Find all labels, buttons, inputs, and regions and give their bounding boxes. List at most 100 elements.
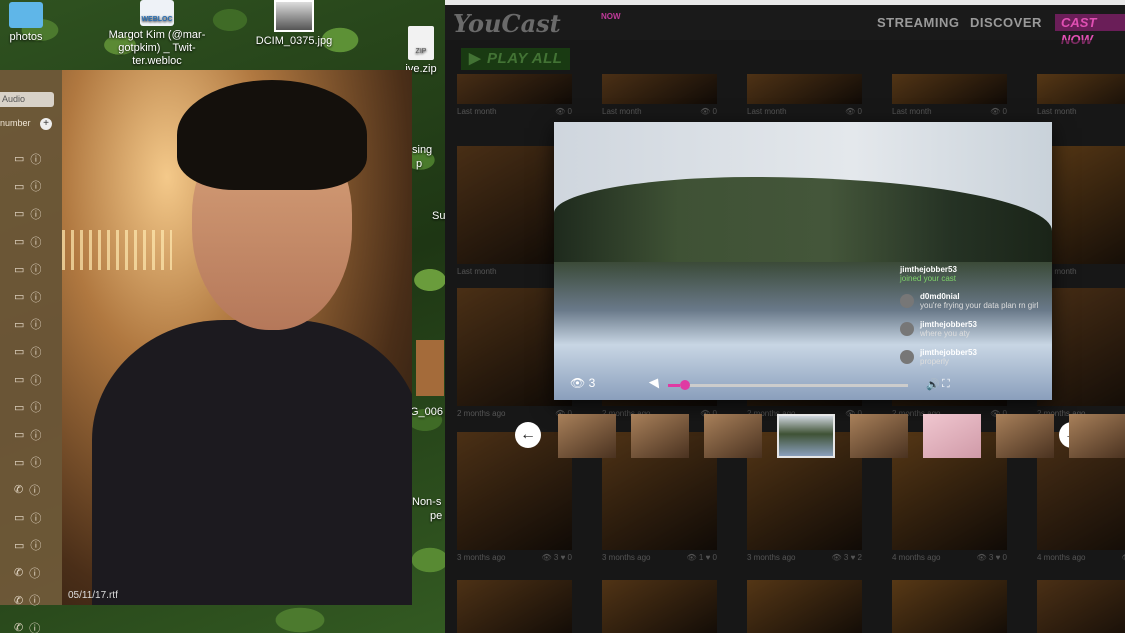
info-icon[interactable]: ⓘ bbox=[30, 372, 41, 388]
call-list-item[interactable]: ▭ ⓘ bbox=[14, 449, 41, 477]
video-icon: ▭ bbox=[14, 456, 25, 469]
carousel-thumbnail[interactable] bbox=[1069, 414, 1125, 458]
volume-icon[interactable]: 🔊 bbox=[926, 378, 940, 391]
chat-text: where you aty bbox=[920, 329, 970, 338]
info-icon[interactable]: ⓘ bbox=[30, 537, 41, 553]
call-list-item[interactable]: ▭ ⓘ bbox=[14, 228, 41, 256]
video-icon: ▭ bbox=[14, 153, 25, 166]
video-icon: ▭ bbox=[14, 318, 25, 331]
info-icon[interactable]: ⓘ bbox=[30, 151, 41, 167]
zip-file-icon: ZIP bbox=[408, 26, 434, 60]
chat-message: jimthejobber53 joined your cast bbox=[900, 265, 1040, 283]
progress-fill bbox=[668, 384, 680, 387]
phone-icon: ✆ bbox=[14, 594, 24, 607]
progress-knob[interactable] bbox=[680, 380, 690, 390]
video-icon: ▭ bbox=[14, 263, 25, 276]
call-list-item[interactable]: ▭ ⓘ bbox=[14, 504, 41, 532]
webcam-file-label: 05/11/17.rtf bbox=[68, 590, 118, 601]
info-icon[interactable]: ⓘ bbox=[30, 178, 41, 194]
person-shirt bbox=[92, 320, 412, 605]
video-icon: ▭ bbox=[14, 291, 25, 304]
chat-username: d0md0nial bbox=[920, 292, 960, 301]
chat-message: d0md0nial you're frying your data plan rn… bbox=[900, 292, 1040, 311]
call-list-item[interactable]: ✆ ⓘ bbox=[14, 587, 41, 615]
fullscreen-icon[interactable]: ⛶ bbox=[942, 378, 950, 391]
desktop-icon-label: Margot Kim (@mar-gotpkim) _ Twit-ter.web… bbox=[108, 29, 206, 67]
call-list-item[interactable]: ✆ ⓘ bbox=[14, 614, 41, 633]
contacts-sidebar: Audio number + ▭ ⓘ ▭ ⓘ ▭ ⓘ ▭ ⓘ ▭ ⓘ ▭ ⓘ ▭ ⓘ ▭ ⓘ ▭ ⓘ ▭ ⓘ ▭ ⓘ ▭ ⓘ ✆… bbox=[0, 70, 62, 633]
call-list-item[interactable]: ▭ ⓘ bbox=[14, 311, 41, 339]
chat-text: properly bbox=[920, 357, 949, 366]
call-list-item[interactable]: ▭ ⓘ bbox=[14, 255, 41, 283]
progress-bar[interactable] bbox=[668, 380, 908, 390]
call-list-item[interactable]: ▭ ⓘ bbox=[14, 283, 41, 311]
info-icon[interactable]: ⓘ bbox=[30, 206, 41, 222]
carousel-thumbnail[interactable] bbox=[923, 414, 981, 458]
desktop-partial-label: p bbox=[416, 158, 423, 170]
desktop-partial-label: sing bbox=[412, 144, 433, 156]
call-list: ▭ ⓘ ▭ ⓘ ▭ ⓘ ▭ ⓘ ▭ ⓘ ▭ ⓘ ▭ ⓘ ▭ ⓘ ▭ ⓘ ▭ ⓘ ▭ ⓘ ▭ ⓘ ✆ ⓘ ▭ ⓘ ▭ ⓘ ✆ ⓘ ✆ ⓘ ✆ ⓘ bbox=[14, 145, 41, 633]
chat-username: jimthejobber53 bbox=[920, 320, 977, 329]
desktop-partial-label: pe bbox=[430, 510, 443, 522]
carousel-thumbnail[interactable] bbox=[777, 414, 835, 458]
desktop-icon-photo[interactable]: DCIM_0375.jpg bbox=[248, 0, 340, 48]
image-file-icon bbox=[274, 0, 314, 32]
desktop-partial-label: Su bbox=[432, 210, 446, 222]
youcast-header: YouCast NOW STREAMING DISCOVER CAST NOW bbox=[445, 0, 1125, 47]
person-hair bbox=[177, 80, 367, 190]
desktop-photo-thumb[interactable] bbox=[416, 340, 444, 396]
desktop-partial-label: G_006 bbox=[410, 406, 444, 418]
info-icon[interactable]: ⓘ bbox=[30, 510, 41, 526]
call-list-item[interactable]: ▭ ⓘ bbox=[14, 366, 41, 394]
info-icon[interactable]: ⓘ bbox=[30, 399, 41, 415]
screen: photos WEBLOC Margot Kim (@mar-gotpkim) … bbox=[0, 0, 1125, 633]
carousel-thumbnail[interactable] bbox=[704, 414, 762, 458]
call-list-item[interactable]: ✆ ⓘ bbox=[14, 559, 41, 587]
call-list-item[interactable]: ▭ ⓘ bbox=[14, 393, 41, 421]
chat-username: jimthejobber53 bbox=[900, 265, 957, 274]
folder-icon bbox=[9, 2, 43, 28]
nav-discover[interactable]: DISCOVER bbox=[970, 15, 1042, 30]
call-list-item[interactable]: ✆ ⓘ bbox=[14, 476, 41, 504]
add-icon[interactable]: + bbox=[40, 118, 52, 130]
video-icon: ▭ bbox=[14, 374, 25, 387]
person bbox=[92, 80, 412, 605]
call-list-item[interactable]: ▭ ⓘ bbox=[14, 200, 41, 228]
info-icon[interactable]: ⓘ bbox=[30, 454, 41, 470]
carousel-prev-button[interactable]: ← bbox=[515, 422, 541, 448]
call-list-item[interactable]: ▭ ⓘ bbox=[14, 421, 41, 449]
nav-streaming[interactable]: STREAMING bbox=[877, 15, 960, 30]
video-icon: ▭ bbox=[14, 429, 25, 442]
video-icon: ▭ bbox=[14, 539, 25, 552]
desktop-icon-zip[interactable]: ZIP ive.zip bbox=[396, 26, 446, 76]
info-icon[interactable]: ⓘ bbox=[29, 592, 40, 608]
call-list-item[interactable]: ▭ ⓘ bbox=[14, 338, 41, 366]
info-icon[interactable]: ⓘ bbox=[30, 289, 41, 305]
webloc-badge: WEBLOC bbox=[141, 16, 173, 23]
info-icon[interactable]: ⓘ bbox=[30, 261, 41, 277]
nav-cast-now[interactable]: CAST NOW bbox=[1055, 14, 1125, 47]
info-icon[interactable]: ⓘ bbox=[30, 344, 41, 360]
call-list-item[interactable]: ▭ ⓘ bbox=[14, 173, 41, 201]
audio-button[interactable]: Audio bbox=[0, 92, 54, 107]
info-icon[interactable]: ⓘ bbox=[29, 620, 40, 633]
carousel-thumbnail[interactable] bbox=[631, 414, 689, 458]
info-icon[interactable]: ⓘ bbox=[30, 316, 41, 332]
live-chat: jimthejobber53 joined your cast d0md0nial y… bbox=[900, 265, 1040, 376]
info-icon[interactable]: ⓘ bbox=[30, 427, 41, 443]
call-list-item[interactable]: ▭ ⓘ bbox=[14, 531, 41, 559]
youcast-logo[interactable]: YouCast bbox=[453, 9, 561, 38]
carousel-thumbnail[interactable] bbox=[996, 414, 1054, 458]
video-icon: ▭ bbox=[14, 512, 25, 525]
info-icon[interactable]: ⓘ bbox=[29, 565, 40, 581]
logo-badge: NOW bbox=[601, 12, 621, 21]
desktop-icon-webloc[interactable]: WEBLOC Margot Kim (@mar-gotpkim) _ Twit-… bbox=[102, 0, 212, 68]
video-player[interactable]: jimthejobber53 joined your cast d0md0nial y… bbox=[554, 122, 1052, 400]
call-list-item[interactable]: ▭ ⓘ bbox=[14, 145, 41, 173]
desktop-icon-photos[interactable]: photos bbox=[0, 2, 56, 44]
carousel-thumbnail[interactable] bbox=[850, 414, 908, 458]
desktop-icon-label: photos bbox=[9, 31, 43, 43]
info-icon[interactable]: ⓘ bbox=[30, 234, 41, 250]
carousel-thumbnail[interactable] bbox=[558, 414, 616, 458]
info-icon[interactable]: ⓘ bbox=[29, 482, 40, 498]
